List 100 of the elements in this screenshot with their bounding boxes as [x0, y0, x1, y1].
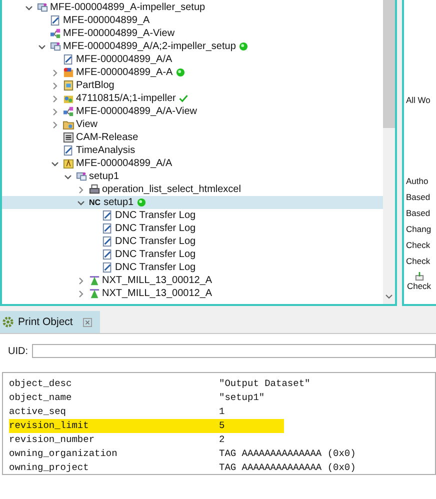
tree-row[interactable]: setup1 — [2, 170, 383, 183]
tree-row[interactable]: MFE-000004899_A — [2, 14, 383, 27]
scrollbar[interactable] — [383, 0, 395, 304]
property-name: owning_organization — [9, 447, 118, 461]
tree-row[interactable]: MFE-000004899_A/A-View — [2, 105, 383, 118]
nc-label: NC — [89, 198, 101, 207]
property-value: 1 — [219, 405, 226, 419]
tree-item-label: NXT_MILL_13_00012_A — [102, 287, 212, 300]
property-value: 5 — [219, 419, 284, 433]
scroll-down-icon[interactable] — [384, 294, 394, 300]
tree-row[interactable]: DNC Transfer Log — [2, 235, 383, 248]
property-name: revision_limit — [9, 419, 219, 433]
tree-row[interactable]: operation_list_select_htmlexcel — [2, 183, 383, 196]
document-edit-icon — [102, 249, 113, 260]
property-name: object_desc — [9, 377, 73, 391]
tree-item-label: DNC Transfer Log — [115, 209, 196, 222]
folder-icon — [63, 119, 74, 130]
setup-icon — [50, 41, 61, 52]
document-edit-icon — [102, 262, 113, 273]
tree-item-label: View — [76, 118, 98, 131]
tree-item-label: 47110815/A;1-impeller — [76, 92, 176, 105]
chevron-right-icon[interactable] — [50, 80, 60, 90]
tree-row[interactable]: View — [2, 118, 383, 131]
close-icon[interactable] — [82, 318, 92, 326]
tree-row[interactable]: MFE-000004899_A/A — [2, 53, 383, 66]
tree-item-label: MFE-000004899_A-impeller_setup — [50, 1, 206, 14]
tree-item-label: DNC Transfer Log — [115, 222, 196, 235]
gear-icon — [2, 316, 14, 328]
tree-item-label: MFE-000004899_A/A — [76, 53, 172, 66]
tree-item-label: MFE-000004899_A-A — [76, 66, 173, 79]
property-label: Chang — [406, 223, 432, 236]
property-value: TAG AAAAAAAAAAAAAA (0x0) — [219, 461, 356, 475]
chevron-right-icon[interactable] — [76, 276, 86, 286]
tree-item-label: MFE-000004899_A/A — [76, 157, 172, 170]
tree-row[interactable]: MFE-000004899_A-A — [2, 66, 383, 79]
property-name: object_name — [9, 391, 73, 405]
tree-row[interactable]: MFE-000004899_A/A;2-impeller_setup — [2, 40, 383, 53]
document-edit-icon — [102, 210, 113, 221]
revision-icon — [63, 158, 74, 169]
property-label: Check — [406, 239, 430, 252]
view-icon — [50, 28, 61, 39]
uid-label: UID: — [8, 346, 28, 356]
print-object-tab[interactable]: Print Object — [0, 311, 100, 333]
tree-row[interactable]: NXT_MILL_13_00012_A — [2, 274, 383, 287]
uid-input-field[interactable] — [32, 344, 436, 358]
property-name: revision_number — [9, 433, 96, 447]
property-label: Based — [406, 207, 430, 220]
tree-row[interactable]: TimeAnalysis — [2, 144, 383, 157]
tree-item-label: MFE-000004899_A-View — [63, 27, 175, 40]
tree-item-label: NXT_MILL_13_00012_A — [102, 274, 212, 287]
chevron-right-icon[interactable] — [50, 68, 60, 78]
tree-row[interactable]: DNC Transfer Log — [2, 222, 383, 235]
property-name: owning_project — [9, 461, 90, 475]
property-value: "setup1" — [219, 391, 266, 405]
document-edit-icon — [63, 145, 74, 156]
property-label: Based — [406, 191, 430, 204]
tree-row[interactable]: MFE-000004899_A-impeller_setup — [2, 1, 383, 14]
chevron-right-icon[interactable] — [50, 120, 60, 130]
document-edit-icon — [102, 236, 113, 247]
tree-row[interactable]: 47110815/A;1-impeller — [2, 92, 383, 105]
tree-row[interactable]: DNC Transfer Log — [2, 209, 383, 222]
chevron-right-icon[interactable] — [50, 106, 60, 116]
property-label: All Wo — [406, 94, 430, 107]
tree-row[interactable]: NC setup1 — [2, 196, 383, 209]
property-label: Check — [406, 255, 430, 268]
property-value: "Output Dataset" — [219, 377, 310, 391]
machine-icon — [89, 275, 100, 286]
tree-item-label: TimeAnalysis — [76, 144, 136, 157]
tree-row[interactable]: MFE-000004899_A-View — [2, 27, 383, 40]
assembly-icon — [63, 93, 74, 104]
tree-item-label: DNC Transfer Log — [115, 248, 196, 261]
tree-row[interactable]: MFE-000004899_A/A — [2, 157, 383, 170]
check-in-icon — [414, 272, 424, 281]
tree-item-label: CAM-Release — [76, 131, 138, 144]
tree-item-label: MFE-000004899_A — [63, 14, 150, 27]
tree-row[interactable]: DNC Transfer Log — [2, 248, 383, 261]
tree-row[interactable]: CAM-Release — [2, 131, 383, 144]
chevron-right-icon[interactable] — [50, 94, 60, 104]
scrollbar-thumb[interactable] — [383, 0, 395, 128]
tree-row[interactable]: NXT_MILL_13_00012_A — [2, 287, 383, 300]
property-value: TAG AAAAAAAAAAAAAA (0x0) — [219, 447, 356, 461]
tree-item-label: MFE-000004899_A/A-View — [76, 105, 197, 118]
check-button[interactable]: Check — [406, 272, 432, 291]
property-value: 2 — [219, 433, 226, 447]
tree-item-label: setup1 — [89, 170, 120, 183]
document-edit-icon — [50, 15, 61, 26]
chevron-right-icon[interactable] — [76, 184, 86, 194]
printer-icon — [89, 184, 100, 195]
document-edit-icon — [63, 54, 74, 65]
chevron-right-icon[interactable] — [76, 288, 86, 298]
tree-row[interactable]: DNC Transfer Log — [2, 261, 383, 274]
setup-icon — [76, 171, 87, 182]
setup-icon — [37, 2, 48, 13]
machine-icon — [89, 288, 100, 299]
tree-item-label: DNC Transfer Log — [115, 261, 196, 274]
document-edit-icon — [102, 223, 113, 234]
tree-row[interactable]: PartBlog — [2, 79, 383, 92]
view-icon — [63, 106, 74, 117]
item-icon — [63, 67, 74, 78]
tree-item-label: operation_list_select_htmlexcel — [102, 183, 241, 196]
